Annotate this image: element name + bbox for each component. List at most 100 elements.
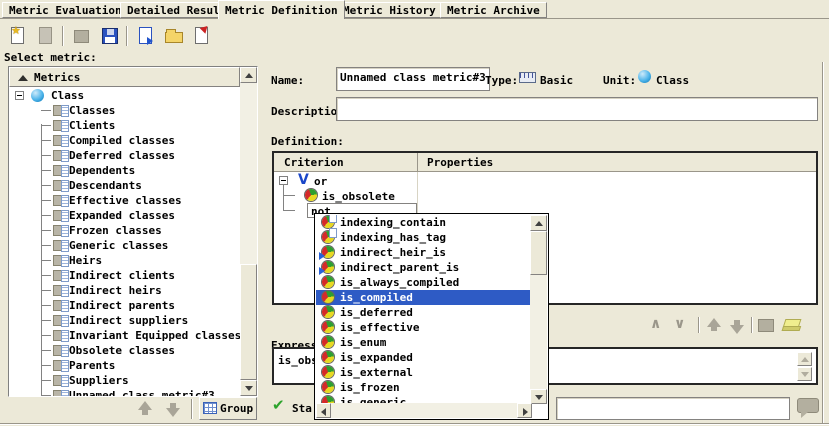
class-unit-icon [31, 89, 44, 102]
or-operator-button[interactable]: ∨ [674, 316, 694, 334]
tab-metric-evaluation[interactable]: Metric Evaluation [2, 2, 129, 18]
move-metric-up-button[interactable] [137, 401, 154, 418]
grid-row-or[interactable]: V or [274, 173, 816, 188]
move-metric-down-button[interactable] [165, 401, 182, 418]
metric-icon [53, 270, 68, 281]
scrollbar-thumb[interactable] [240, 264, 257, 380]
tree-item[interactable]: Classes [11, 103, 240, 118]
status-text: Sta [292, 402, 312, 415]
export-metrics-button[interactable] [190, 24, 214, 48]
duplicate-metric-button[interactable] [34, 24, 58, 48]
group-toggle-button[interactable]: Group [199, 397, 257, 420]
dropdown-item[interactable]: is_expanded [316, 350, 532, 365]
metric-tree-panel: Metrics Class Classes Clients Compiled c… [8, 66, 258, 397]
dropdown-item[interactable]: indexing_has_tag [316, 230, 532, 245]
duplicate-metric-icon [39, 27, 52, 44]
scroll-up-button[interactable] [530, 215, 547, 231]
tree-item[interactable]: Suppliers [11, 373, 240, 388]
scroll-up-button[interactable] [240, 67, 257, 83]
tab-metric-history[interactable]: Metric History [336, 2, 443, 18]
pie-icon [305, 189, 317, 201]
erase-criterion-button[interactable] [783, 318, 803, 334]
import-metrics-button[interactable] [134, 24, 158, 48]
metric-icon [53, 150, 68, 161]
tree-item[interactable]: Indirect clients [11, 268, 240, 283]
dropdown-item[interactable]: is_frozen [316, 380, 532, 395]
metric-icon [53, 345, 68, 356]
name-input[interactable]: Unnamed class metric#3 [336, 67, 490, 91]
dropdown-item[interactable]: indirect_heir_is [316, 245, 532, 260]
expression-scroll-up-button[interactable] [797, 352, 812, 366]
tree-item[interactable]: Heirs [11, 253, 240, 268]
tree-item-label: Indirect heirs [69, 284, 162, 297]
dropdown-item[interactable]: is_always_compiled [316, 275, 532, 290]
tab-metric-definition[interactable]: Metric Definition [218, 0, 345, 19]
type-label: Type: [485, 74, 518, 87]
new-metric-button[interactable]: ★ [6, 24, 30, 48]
dropdown-items: indexing_contain indexing_has_tag indire… [316, 215, 532, 404]
column-divider[interactable] [417, 153, 418, 172]
criterion-column-header[interactable]: Criterion [284, 156, 344, 169]
tree-item[interactable]: Frozen classes [11, 223, 240, 238]
tree-root-row[interactable]: Class [11, 88, 240, 103]
description-input[interactable] [336, 97, 818, 121]
grid-row-is-obsolete[interactable]: is_obsolete [274, 188, 816, 203]
description-label: Description [271, 105, 344, 118]
tree-item[interactable]: Compiled classes [11, 133, 240, 148]
unit-value: Class [656, 74, 689, 87]
dropdown-item[interactable]: indexing_contain [316, 215, 532, 230]
tree-item[interactable]: Obsolete classes [11, 343, 240, 358]
dropdown-item-selected[interactable]: is_compiled [316, 290, 532, 305]
metric-icon [53, 315, 68, 326]
tree-column-header[interactable]: Metrics [9, 67, 240, 87]
tree-vertical-scrollbar[interactable] [240, 67, 257, 396]
dropdown-item[interactable]: indirect_parent_is [316, 260, 532, 275]
save-metric-button[interactable] [98, 24, 122, 48]
tree-item[interactable]: Indirect heirs [11, 283, 240, 298]
move-criterion-down-button[interactable] [729, 318, 746, 335]
dropdown-vertical-scrollbar[interactable] [530, 215, 547, 404]
open-metric-file-button[interactable] [162, 24, 186, 48]
scroll-right-button[interactable] [517, 403, 532, 418]
tree-item[interactable]: Parents [11, 358, 240, 373]
scrollbar-thumb[interactable] [530, 231, 547, 275]
tree-item[interactable]: Deferred classes [11, 148, 240, 163]
tree-item[interactable]: Expanded classes [11, 208, 240, 223]
tree-item-partial[interactable]: Unnamed class metric#3 [11, 388, 240, 396]
tab-detailed-result[interactable]: Detailed Result [120, 2, 233, 18]
tree-item[interactable]: Indirect parents [11, 298, 240, 313]
properties-column-header[interactable]: Properties [427, 156, 493, 169]
dropdown-item[interactable]: is_effective [316, 320, 532, 335]
tree-item[interactable]: Clients [11, 118, 240, 133]
dropdown-item[interactable]: is_enum [316, 335, 532, 350]
tree-item[interactable]: Effective classes [11, 193, 240, 208]
tab-metric-archive[interactable]: Metric Archive [440, 2, 547, 18]
delete-metric-button[interactable] [70, 24, 94, 48]
tree-item-label: Unnamed class metric#3 [69, 389, 215, 396]
tree-item[interactable]: Generic classes [11, 238, 240, 253]
scroll-down-button[interactable] [240, 380, 257, 396]
unit-label: Unit: [603, 74, 636, 87]
dropdown-item-label: is_external [340, 366, 413, 379]
grid-header: Criterion Properties [274, 153, 816, 172]
move-criterion-up-button[interactable] [706, 318, 723, 335]
collapse-icon[interactable] [15, 91, 24, 100]
dropdown-item[interactable]: is_deferred [316, 305, 532, 320]
tree-item[interactable]: Invariant Equipped classes [11, 328, 240, 343]
tree-item[interactable]: Indirect suppliers [11, 313, 240, 328]
dropdown-item-label: is_effective [340, 321, 419, 334]
status-detail-input[interactable] [556, 397, 790, 420]
and-operator-button[interactable]: ∧ [650, 316, 670, 334]
basic-metric-type-icon [519, 72, 536, 83]
collapse-icon[interactable] [279, 176, 288, 185]
tree-item[interactable]: Descendants [11, 178, 240, 193]
scroll-down-button[interactable] [530, 389, 547, 404]
dropdown-horizontal-scrollbar[interactable] [316, 403, 532, 418]
dropdown-item[interactable]: is_external [316, 365, 532, 380]
scroll-left-button[interactable] [316, 403, 331, 418]
tree-item-label: Frozen classes [69, 224, 162, 237]
save-icon [102, 28, 118, 44]
delete-criterion-button[interactable] [757, 318, 777, 334]
expression-scroll-down-button[interactable] [797, 367, 812, 381]
tree-item[interactable]: Dependents [11, 163, 240, 178]
